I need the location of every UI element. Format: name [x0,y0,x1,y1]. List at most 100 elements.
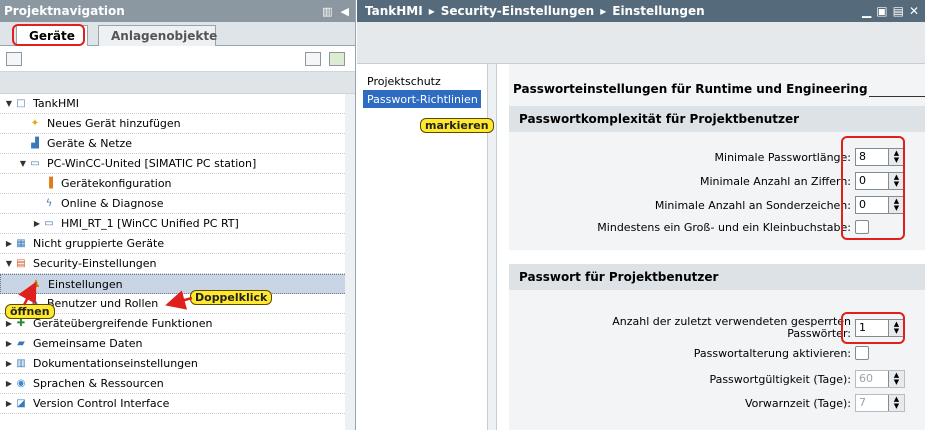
add-device-icon: ✦ [30,118,40,129]
filter-bar [0,72,355,94]
nav-projektschutz[interactable]: Projektschutz [357,72,487,90]
close-icon[interactable]: ✕ [909,4,919,18]
version-control-icon: ◪ [16,398,26,409]
hmi-icon: ▭ [44,218,54,229]
float-icon[interactable]: ▣ [876,4,887,18]
tab-anlagenobjekte[interactable]: Anlagenobjekte [98,25,217,46]
toolbar [0,46,355,72]
section-title: Passworteinstellungen für Runtime und En… [513,82,868,96]
stepper-value[interactable]: 7 [856,395,888,411]
tree-item[interactable]: ▐ Gerätekonfiguration [0,174,355,194]
tree-item[interactable]: ▶ ▭ HMI_RT_1 [WinCC Unified PC RT] [0,214,355,234]
setting-label: Passwortgültigkeit (Tage): [709,372,851,386]
expand-arrow-icon[interactable]: ▶ [4,379,14,388]
section-rule [869,96,925,97]
tree-item-label: Gerätekonfiguration [61,177,172,190]
callout-oeffnen: öffnen [5,304,55,319]
group-complexity-title: Passwortkomplexität für Projektbenutzer [509,106,925,132]
collapse-arrow-icon[interactable]: ▼ [4,259,14,268]
setting-label: Minimale Anzahl an Ziffern: [699,174,851,188]
group-password-title: Passwort für Projektbenutzer [509,264,925,290]
pc-station-icon: ▭ [30,158,40,169]
tree-item[interactable]: ✦ Neues Gerät hinzufügen [0,114,355,134]
tree-item[interactable]: ▼ ▤ Security-Einstellungen [0,254,355,274]
tree-item-label: PC-WinCC-United [SIMATIC PC station] [47,157,257,170]
tree-item[interactable]: ▶ ▥ Dokumentationseinstellungen [0,354,355,374]
checkbox[interactable] [855,346,869,360]
tree-item[interactable]: ▶ ◪ Version Control Interface [0,394,355,414]
expand-arrow-icon[interactable]: ▶ [4,319,14,328]
breadcrumb-item[interactable]: Einstellungen [612,4,704,18]
show-overview-icon[interactable] [6,51,22,66]
security-icon: ▤ [16,258,26,269]
collapse-panel-icon[interactable]: ◀ [341,5,349,18]
panel-title: Projektnavigation [4,4,125,18]
setting-row: Passwortalterung aktivieren: [694,346,905,360]
breadcrumb-separator-icon: ▸ [428,4,435,18]
tree-item[interactable]: ♟ Einstellungen [0,274,355,294]
tree-item-label: Neues Gerät hinzufügen [47,117,181,130]
tree-item[interactable]: ▶ ◉ Sprachen & Ressourcen [0,374,355,394]
stepper-arrows-icon[interactable]: ▲ ▼ [888,395,904,411]
setting-label: Minimale Passwortlänge: [714,150,851,164]
highlight-box [12,24,85,46]
setting-row: Passwortgültigkeit (Tage): 60 ▲ ▼ [709,370,905,388]
tree-item-label: Online & Diagnose [61,197,164,210]
number-stepper[interactable]: 7 ▲ ▼ [855,394,905,412]
project-navigation-panel: Projektnavigation ▥ ◀ Geräte Anlagenobje… [0,0,356,430]
collapse-arrow-icon[interactable]: ▼ [18,159,28,168]
setting-row: Vorwarnzeit (Tage): 7 ▲ ▼ [745,394,905,412]
breadcrumb-item[interactable]: TankHMI [365,4,423,18]
callout-doppelklick: Doppelklick [190,290,273,305]
export-icon[interactable] [329,51,345,66]
stepper-arrows-icon[interactable]: ▲ ▼ [888,371,904,387]
expand-arrow-icon[interactable]: ▶ [4,399,14,408]
project-icon: □ [16,98,26,109]
tree-scrollbar[interactable] [345,94,355,430]
settings-content: Passworteinstellungen für Runtime und En… [509,64,925,430]
number-stepper[interactable]: 60 ▲ ▼ [855,370,905,388]
stepper-value[interactable]: 60 [856,371,888,387]
tree-item[interactable]: ▼ □ TankHMI [0,94,355,114]
breadcrumb-item[interactable]: Security-Einstellungen [441,4,594,18]
highlight-box [841,312,905,344]
split-view-icon[interactable]: ▥ [322,5,332,18]
setting-label: Vorwarnzeit (Tage): [744,396,851,410]
project-tree: ▼ □ TankHMI ✦ Neues Gerät hinzufügen ▟ Geräte … [0,94,355,414]
tree-item-label: TankHMI [33,97,79,110]
tabstrip: Geräte Anlagenobjekte [0,22,355,46]
tree-item-label: HMI_RT_1 [WinCC Unified PC RT] [61,217,239,230]
settings-icon: ♟ [31,278,41,290]
callout-markieren: markieren [420,118,494,133]
setting-label: Passwortalterung aktivieren: [693,346,851,360]
tree-item[interactable]: ϟ Online & Diagnose [0,194,355,214]
maximize-icon[interactable]: ▤ [893,4,904,18]
tree-item[interactable]: ▶ ▦ Nicht gruppierte Geräte [0,234,355,254]
tree-item[interactable]: ▶ ▰ Gemeinsame Daten [0,334,355,354]
tree-item-label: Einstellungen [48,277,123,291]
expand-arrow-icon[interactable]: ▶ [4,239,14,248]
tree-item-label: Version Control Interface [33,397,170,410]
expand-arrow-icon[interactable]: ▶ [32,219,42,228]
folder-devices-icon: ▦ [16,238,26,249]
minimize-icon[interactable]: ▁ [862,4,871,18]
nav-passwort-richtlinien[interactable]: Passwort-Richtlinien [363,90,481,108]
list-view-icon[interactable] [305,51,321,66]
documentation-icon: ▥ [16,358,26,369]
common-data-icon: ▰ [17,338,25,349]
tree-item[interactable]: ▟ Geräte & Netze [0,134,355,154]
highlight-box [841,136,905,240]
cross-device-icon: ✚ [16,318,26,329]
collapse-arrow-icon[interactable]: ▼ [4,99,14,108]
device-config-icon: ▐ [45,178,53,189]
breadcrumb: TankHMI ▸ Security-Einstellungen ▸ Einst… [357,0,925,22]
tree-item-label: Gemeinsame Daten [33,337,143,350]
tree-item-label: Dokumentationseinstellungen [33,357,198,370]
setting-label: Anzahl der zuletzt verwendeten gesperrte… [612,315,851,340]
languages-icon: ◉ [16,378,26,389]
panel-titlebar: Projektnavigation ▥ ◀ [0,0,355,22]
expand-arrow-icon[interactable]: ▶ [4,359,14,368]
tree-item-label: Geräte & Netze [47,137,133,150]
tree-item[interactable]: ▼ ▭ PC-WinCC-United [SIMATIC PC station] [0,154,355,174]
expand-arrow-icon[interactable]: ▶ [4,339,14,348]
